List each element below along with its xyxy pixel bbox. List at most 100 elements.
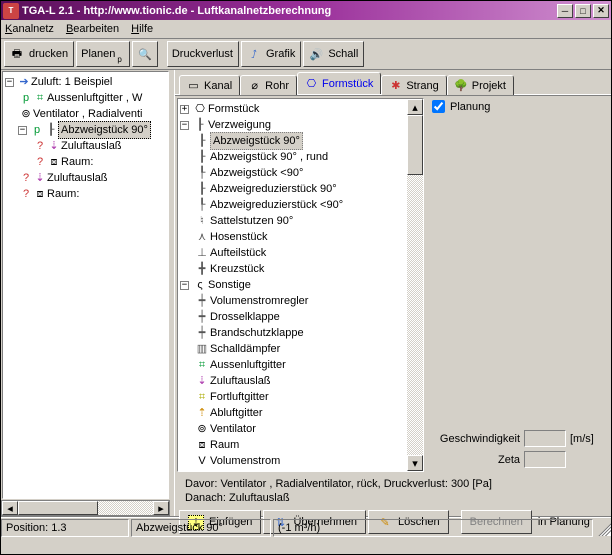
- tab-label: Rohr: [265, 80, 289, 92]
- cat-item[interactable]: ♮Sattelstutzen 90°: [194, 213, 407, 229]
- expander-icon[interactable]: −: [180, 281, 189, 290]
- cat-label: Schalldämpfer: [210, 341, 280, 357]
- room-icon: ⧈: [33, 186, 47, 202]
- statusbar: Position: 1.3 Abzweigstück 90° (-1 m³/h): [1, 517, 611, 537]
- sound-icon: 🔊: [308, 46, 324, 62]
- cat-group[interactable]: − ς Sonstige: [180, 277, 407, 293]
- cat-group[interactable]: − ┠ Verzweigung: [180, 117, 407, 133]
- expander-icon[interactable]: −: [5, 78, 14, 87]
- tree-root[interactable]: − ➔ Zuluft: 1 Beispiel: [5, 74, 166, 90]
- planung-label: Planung: [450, 101, 490, 113]
- cat-item[interactable]: ┿Volumenstromregler: [194, 293, 407, 309]
- cat-group[interactable]: + ⎔ Formstück: [180, 101, 407, 117]
- left-tree[interactable]: − ➔ Zuluft: 1 Beispiel p ⌗ Aussenluftgit…: [2, 71, 169, 499]
- cat-label: Volumenstrom: [210, 453, 280, 469]
- catalog-tree[interactable]: + ⎔ Formstück − ┠ Verzweigung ┠ Abzweigs…: [177, 98, 424, 472]
- cat-item[interactable]: ⊥Aufteilstück: [194, 245, 407, 261]
- resize-grip[interactable]: [595, 520, 611, 536]
- cat-label: Fortluftgitter: [210, 389, 269, 405]
- tree-item[interactable]: ? ⧈ Raum:: [19, 186, 166, 202]
- cat-item[interactable]: ⊚Ventilator: [194, 421, 407, 437]
- firedamper-icon: ┿: [194, 325, 210, 341]
- cat-item[interactable]: ⌗Aussenluftgitter: [194, 357, 407, 373]
- tab-formstueck[interactable]: ⎔ Formstück: [297, 72, 381, 94]
- print-button[interactable]: 🖶 drucken: [4, 41, 74, 67]
- left-pane: − ➔ Zuluft: 1 Beispiel p ⌗ Aussenluftgit…: [1, 70, 170, 516]
- cat-item[interactable]: ┿Brandschutzklappe: [194, 325, 407, 341]
- tree-item[interactable]: ? ⧈ Raum:: [33, 154, 166, 170]
- scroll-right-button[interactable]: ▸: [153, 501, 169, 515]
- window-title: TGA-L 2.1 - http://www.tionic.de - Luftk…: [22, 5, 557, 17]
- cat-item[interactable]: ┠Abzweigstück 90° , rund: [194, 149, 407, 165]
- tree-item-label: Zuluftauslaß: [47, 170, 108, 186]
- tab-rohr[interactable]: ⌀ Rohr: [240, 75, 297, 95]
- menu-hilfe[interactable]: Hilfe: [131, 23, 153, 35]
- cat-label: Sonstige: [208, 277, 251, 293]
- menu-bearbeiten[interactable]: Bearbeiten: [66, 23, 119, 35]
- cat-item[interactable]: ┞Abzweigreduzierstück <90°: [194, 197, 407, 213]
- menu-kanalnetz[interactable]: Kanalnetz: [5, 23, 54, 35]
- scroll-thumb[interactable]: [407, 115, 423, 175]
- cat-item[interactable]: VVolumenstrom: [194, 453, 407, 469]
- speed-field[interactable]: [524, 430, 566, 447]
- expander-icon[interactable]: −: [180, 121, 189, 130]
- cat-item[interactable]: ⌗Fortluftgitter: [194, 389, 407, 405]
- right-body: + ⎔ Formstück − ┠ Verzweigung ┠ Abzweigs…: [175, 95, 611, 474]
- chart-icon: ⭜: [246, 46, 262, 62]
- cat-label: Volumenstromregler: [210, 293, 308, 309]
- catalog-vscroll[interactable]: ▴ ▾: [407, 99, 423, 471]
- close-button[interactable]: ✕: [593, 4, 609, 18]
- scroll-down-button[interactable]: ▾: [407, 455, 423, 471]
- magnifier-button[interactable]: 🔍: [132, 41, 158, 67]
- tree-item[interactable]: p ⌗ Aussenluftgitter , W: [19, 90, 166, 106]
- cat-item-selected[interactable]: ┠ Abzweigstück 90°: [194, 133, 407, 149]
- cat-item[interactable]: ┞Abzweigstück <90°: [194, 165, 407, 181]
- cat-item[interactable]: ⇡Abluftgitter: [194, 405, 407, 421]
- tree-item-selected[interactable]: − p ┠ Abzweigstück 90°: [5, 122, 166, 138]
- cat-label: Ventilator: [210, 421, 256, 437]
- druckverlust-button[interactable]: Druckverlust: [167, 41, 239, 67]
- scroll-thumb[interactable]: [18, 501, 98, 515]
- cat-item[interactable]: ╋Kreuzstück: [194, 261, 407, 277]
- tree-item[interactable]: ? ⇣ Zuluftauslaß: [19, 170, 166, 186]
- cat-item[interactable]: ┿Drosselklappe: [194, 309, 407, 325]
- cross-icon: ╋: [194, 261, 210, 277]
- planen-button[interactable]: Planen p: [76, 41, 130, 67]
- cat-item[interactable]: ⇣Zuluftauslaß: [194, 373, 407, 389]
- y-split-icon: ⋏: [194, 229, 210, 245]
- badge-p-icon: p: [30, 122, 44, 138]
- tab-strang[interactable]: ✱ Strang: [381, 75, 446, 95]
- warning-icon: ?: [33, 154, 47, 170]
- left-tree-hscroll[interactable]: ◂ ▸: [1, 500, 170, 516]
- expander-icon[interactable]: +: [180, 105, 189, 114]
- tab-projekt[interactable]: 🌳 Projekt: [447, 75, 514, 95]
- branch-icon: ┠: [192, 117, 208, 133]
- cat-label: Abzweigreduzierstück <90°: [210, 197, 343, 213]
- menubar: Kanalnetz Bearbeiten Hilfe: [1, 20, 611, 39]
- cat-item[interactable]: ⋏Hosenstück: [194, 229, 407, 245]
- schall-button[interactable]: 🔊 Schall: [303, 41, 364, 67]
- cat-item[interactable]: ▥Schalldämpfer: [194, 341, 407, 357]
- maximize-button[interactable]: □: [575, 4, 591, 18]
- scroll-left-button[interactable]: ◂: [2, 501, 18, 515]
- regulator-icon: ┿: [194, 293, 210, 309]
- cat-label: Aufteilstück: [210, 245, 266, 261]
- scroll-track[interactable]: [407, 175, 423, 455]
- zeta-field[interactable]: [524, 451, 566, 468]
- expander-icon[interactable]: −: [18, 126, 27, 135]
- cat-item[interactable]: ⧈Raum: [194, 437, 407, 453]
- magnifier-icon: 🔍: [137, 46, 153, 62]
- cat-item[interactable]: ┠Abzweigreduzierstück 90°: [194, 181, 407, 197]
- grafik-button[interactable]: ⭜ Grafik: [241, 41, 301, 67]
- tree-item[interactable]: ⊚ Ventilator , Radialventi: [19, 106, 166, 122]
- tree-item[interactable]: ? ⇣ Zuluftauslaß: [33, 138, 166, 154]
- druckverlust-label: Druckverlust: [172, 48, 233, 60]
- outlet-icon: ⇣: [194, 373, 210, 389]
- planung-checkbox[interactable]: [432, 100, 445, 113]
- cat-label: Hosenstück: [210, 229, 267, 245]
- scroll-up-button[interactable]: ▴: [407, 99, 423, 115]
- inlet-icon: ⇡: [194, 405, 210, 421]
- minimize-button[interactable]: ─: [557, 4, 573, 18]
- tabbar: ▭ Kanal ⌀ Rohr ⎔ Formstück ✱ Strang 🌳 Pr…: [175, 70, 611, 95]
- tab-kanal[interactable]: ▭ Kanal: [179, 75, 240, 95]
